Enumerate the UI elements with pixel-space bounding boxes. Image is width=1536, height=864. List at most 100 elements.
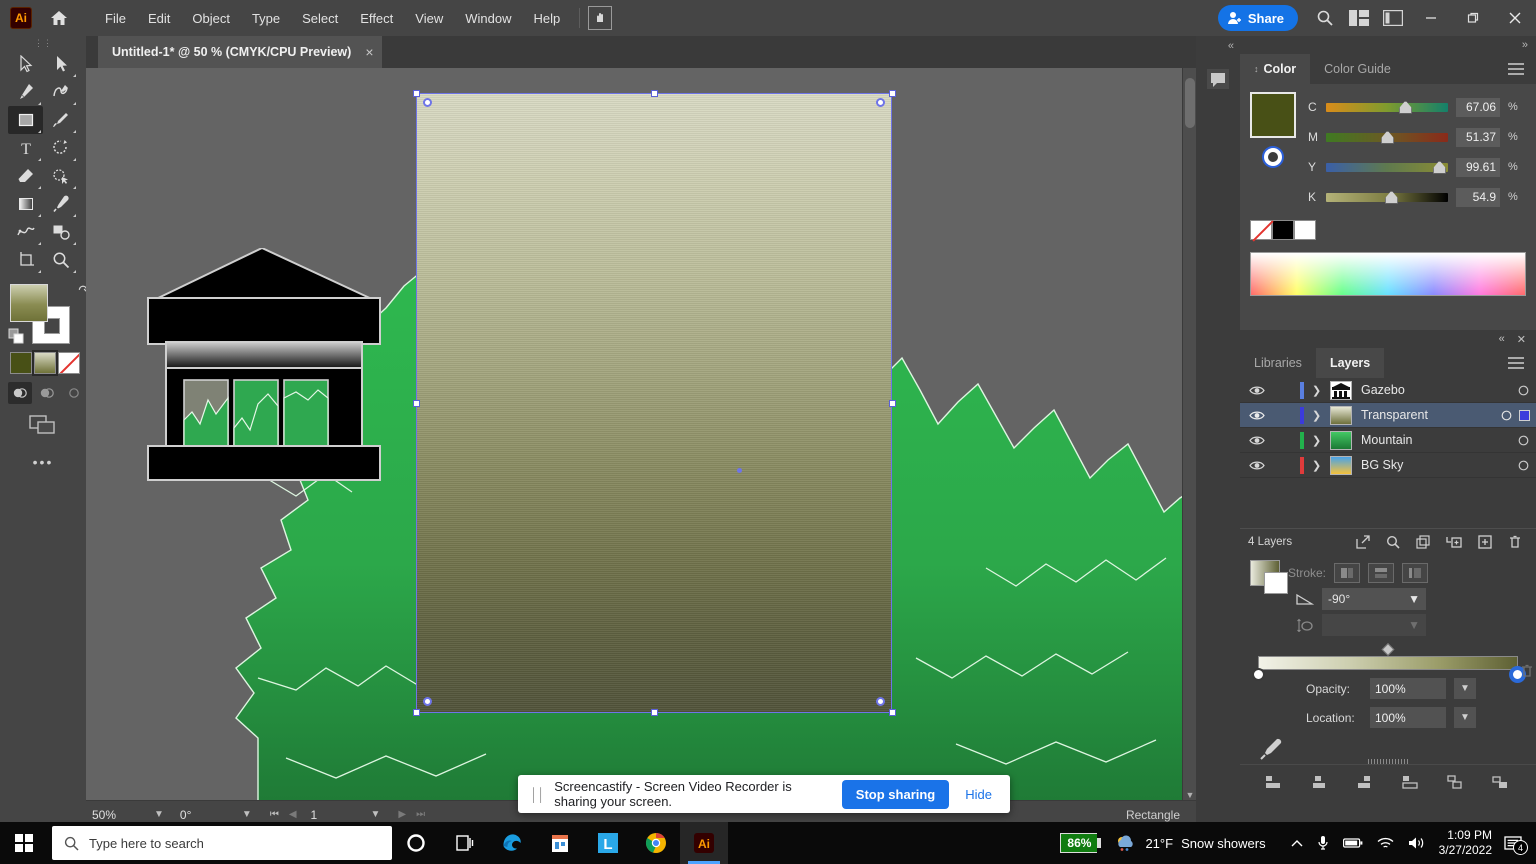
edit-toolbar-button[interactable]: ••• [0, 436, 86, 470]
opacity-value[interactable]: 100% [1370, 678, 1446, 699]
target-icon[interactable] [1493, 410, 1519, 421]
color-mode-button[interactable] [10, 352, 32, 374]
selection-handle-mr[interactable] [889, 400, 896, 407]
direct-selection-tool[interactable] [43, 50, 78, 78]
stroke-gradient-along-icon[interactable] [1368, 563, 1395, 583]
chevron-down-icon[interactable]: ▼ [1454, 678, 1476, 699]
vertical-scrollbar[interactable]: ▼ [1182, 68, 1196, 804]
delete-stop-icon[interactable] [1520, 664, 1534, 678]
volume-icon[interactable] [1401, 836, 1433, 850]
layer-row-transparent[interactable]: ❯ Transparent [1240, 403, 1536, 428]
arrange-icon[interactable] [1446, 774, 1466, 790]
default-fill-stroke-icon[interactable] [8, 328, 26, 346]
slider-track-c[interactable] [1326, 100, 1448, 114]
visibility-icon[interactable] [1240, 385, 1274, 396]
selection-handle-bc[interactable] [651, 709, 658, 716]
gazebo-artwork[interactable] [146, 248, 386, 483]
selection-handle-tl[interactable] [413, 90, 420, 97]
close-icon[interactable]: ✕ [1517, 333, 1526, 346]
comments-icon[interactable] [1196, 60, 1240, 98]
layer-row-bg-sky[interactable]: ❯ BG Sky [1240, 453, 1536, 478]
collect-layers-icon[interactable] [1446, 535, 1462, 549]
share-button[interactable]: Share [1217, 5, 1298, 31]
locate-object-icon[interactable] [1356, 534, 1370, 549]
start-button[interactable] [0, 822, 48, 864]
slider-track-k[interactable] [1326, 190, 1448, 204]
vertical-scroll-thumb[interactable] [1185, 78, 1195, 128]
delete-layer-icon[interactable] [1508, 535, 1522, 549]
gradient-fill-preview[interactable] [1250, 560, 1288, 594]
selection-handle-bl[interactable] [413, 709, 420, 716]
gradient-ramp[interactable] [1258, 656, 1518, 670]
new-layer-icon[interactable] [1478, 534, 1492, 549]
curvature-tool[interactable] [43, 78, 78, 106]
slider-thumb-y[interactable] [1433, 160, 1446, 174]
clock[interactable]: 1:09 PM 3/27/2022 [1433, 828, 1502, 858]
eraser-tool[interactable] [8, 162, 43, 190]
gradient-stop-start[interactable] [1252, 668, 1265, 681]
edge-icon[interactable] [488, 822, 536, 864]
blend-tool[interactable] [8, 218, 43, 246]
selection-handle-tr[interactable] [889, 90, 896, 97]
slider-thumb-k[interactable] [1385, 190, 1398, 204]
next-artboard-icon[interactable]: ▶ [398, 809, 406, 820]
free-transform-tool[interactable] [43, 218, 78, 246]
last-artboard-icon[interactable]: ⏭ [416, 809, 425, 820]
align-left-icon[interactable] [1265, 774, 1285, 790]
type-tool[interactable]: T [8, 134, 43, 162]
tab-color-guide[interactable]: Color Guide [1310, 54, 1405, 84]
visibility-icon[interactable] [1240, 435, 1274, 446]
rotate-handle-br[interactable] [876, 697, 885, 706]
search-icon[interactable] [1308, 1, 1342, 35]
none-color-icon[interactable] [1264, 148, 1282, 166]
draw-behind-icon[interactable] [35, 382, 59, 404]
menu-object[interactable]: Object [181, 5, 241, 32]
task-view-icon[interactable] [440, 822, 488, 864]
target-icon[interactable] [1510, 385, 1536, 396]
menu-effect[interactable]: Effect [349, 5, 404, 32]
document-tab[interactable]: Untitled-1* @ 50 % (CMYK/CPU Preview) × [98, 36, 382, 68]
microphone-icon[interactable] [1310, 835, 1336, 851]
menu-file[interactable]: File [94, 5, 137, 32]
layer-name[interactable]: Transparent [1361, 408, 1493, 422]
wifi-icon[interactable] [1370, 837, 1401, 850]
slider-thumb-c[interactable] [1399, 100, 1412, 114]
expand-panels-icon[interactable]: » [1522, 39, 1528, 51]
tab-color[interactable]: ↕ Color [1240, 54, 1311, 84]
scroll-down-icon[interactable]: ▼ [1183, 790, 1196, 800]
chevron-down-icon[interactable]: ▼ [361, 809, 391, 820]
menu-help[interactable]: Help [522, 5, 571, 32]
stop-sharing-button[interactable]: Stop sharing [841, 779, 950, 809]
menu-edit[interactable]: Edit [137, 5, 181, 32]
eyedropper-tool[interactable] [43, 190, 78, 218]
tab-layers[interactable]: Layers [1315, 348, 1385, 378]
artboard-tool[interactable] [8, 246, 43, 274]
chevron-down-icon[interactable]: ▼ [1454, 707, 1476, 728]
rotate-tool[interactable] [43, 134, 78, 162]
current-fill-swatch[interactable] [1250, 92, 1296, 138]
expand-layer-icon[interactable]: ❯ [1312, 434, 1330, 447]
color-spectrum-bar[interactable] [1250, 252, 1526, 296]
location-value[interactable]: 100% [1370, 707, 1446, 728]
slider-value-m[interactable]: 51.37 [1456, 127, 1500, 147]
prev-artboard-icon[interactable]: ◀ [289, 809, 297, 820]
maximize-button[interactable] [1452, 0, 1494, 36]
arrange-documents-icon[interactable] [1342, 1, 1376, 35]
collapse-panels-icon[interactable]: « [1196, 36, 1240, 52]
minimize-button[interactable] [1410, 0, 1452, 36]
visibility-icon[interactable] [1240, 460, 1274, 471]
menu-select[interactable]: Select [291, 5, 349, 32]
menu-type[interactable]: Type [241, 5, 291, 32]
paintbrush-tool[interactable] [43, 106, 78, 134]
shape-builder-tool[interactable] [43, 162, 78, 190]
toolbar-grip[interactable]: ⋮⋮ [0, 36, 86, 50]
rotate-handle-tr[interactable] [876, 98, 885, 107]
drag-handle-icon[interactable]: ││ [530, 787, 545, 802]
slider-thumb-m[interactable] [1381, 130, 1394, 144]
battery-indicator[interactable]: 86% [1060, 833, 1102, 853]
layer-name[interactable]: Gazebo [1361, 383, 1510, 397]
pen-tool[interactable] [8, 78, 43, 106]
chrome-icon[interactable] [632, 822, 680, 864]
menu-view[interactable]: View [404, 5, 454, 32]
gradient-rectangle-object[interactable] [416, 93, 892, 713]
